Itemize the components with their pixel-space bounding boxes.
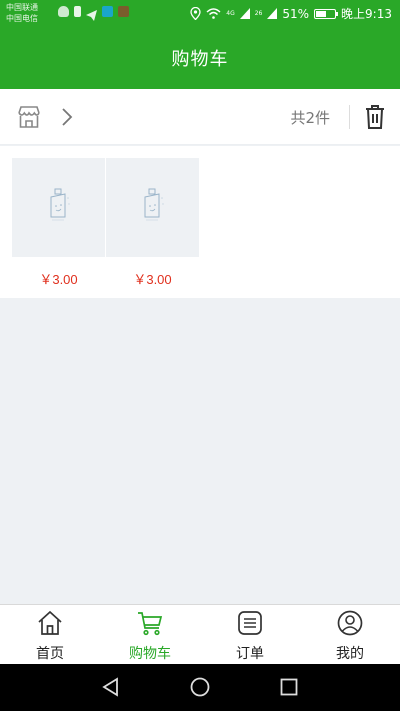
battery-icon: [314, 8, 339, 19]
nav-item-profile[interactable]: 我的: [300, 605, 400, 664]
system-nav-bar: [0, 664, 400, 711]
network-type: 4G: [226, 9, 235, 17]
status-bar: 中国联通 中国电信 4G 26 51% 晚上9:13: [0, 0, 400, 27]
clock: 晚上9:13: [341, 7, 392, 21]
placeholder-image-icon: [50, 188, 70, 221]
recents-icon[interactable]: [278, 676, 300, 698]
divider: [349, 105, 350, 129]
notification-icons: [58, 6, 129, 21]
product-list: ￥3.00 ￥3.00: [0, 146, 400, 298]
nav-label-profile: 我的: [336, 646, 364, 662]
chevron-right-icon[interactable]: [60, 107, 74, 127]
shop-row[interactable]: 共2件: [0, 89, 400, 145]
product-image[interactable]: [106, 158, 199, 257]
carrier-info: 中国联通 中国电信: [6, 2, 38, 24]
nav-label-home: 首页: [36, 646, 64, 662]
trash-icon[interactable]: [364, 104, 386, 130]
nav-item-home[interactable]: 首页: [0, 605, 100, 664]
nav-label-cart: 购物车: [129, 646, 171, 662]
bottom-nav: 首页 购物车 订单 我的: [0, 604, 400, 664]
cart-icon: [138, 612, 163, 636]
product-image[interactable]: [12, 158, 105, 257]
sim-icon: [74, 6, 81, 17]
product-price: ￥3.00: [39, 272, 78, 287]
nav-item-orders[interactable]: 订单: [200, 605, 300, 664]
app-icon-brown: [118, 6, 129, 17]
battery-percent: 51%: [282, 6, 310, 21]
back-icon[interactable]: [100, 676, 122, 698]
home-button-icon[interactable]: [189, 676, 211, 698]
product-card[interactable]: ￥3.00: [106, 158, 199, 288]
nav-item-cart[interactable]: 购物车: [100, 605, 200, 664]
item-count: 共2件: [290, 109, 330, 127]
location-icon: [190, 7, 201, 20]
product-price: ￥3.00: [133, 272, 172, 287]
app-icon-blue: [102, 6, 113, 17]
carrier-2: 中国电信: [6, 14, 38, 23]
network-speed: 26: [254, 9, 263, 17]
status-right: 4G 26 51% 晚上9:13: [190, 5, 392, 22]
profile-icon: [337, 610, 363, 636]
product-card[interactable]: ￥3.00: [12, 158, 105, 288]
nav-label-orders: 订单: [236, 646, 264, 662]
home-icon: [38, 610, 62, 635]
app-header: 购物车: [0, 27, 400, 89]
telegram-icon: [86, 6, 97, 21]
signal-icon: [239, 8, 250, 19]
orders-icon: [238, 611, 262, 635]
page-title: 购物车: [171, 49, 229, 70]
carrier-1: 中国联通: [6, 3, 38, 12]
weather-icon: [58, 6, 69, 17]
placeholder-image-icon: [144, 188, 164, 221]
store-icon[interactable]: [16, 104, 42, 130]
wifi-icon: [206, 8, 221, 19]
battery-level: [316, 10, 327, 17]
signal-2-icon: [267, 8, 278, 19]
